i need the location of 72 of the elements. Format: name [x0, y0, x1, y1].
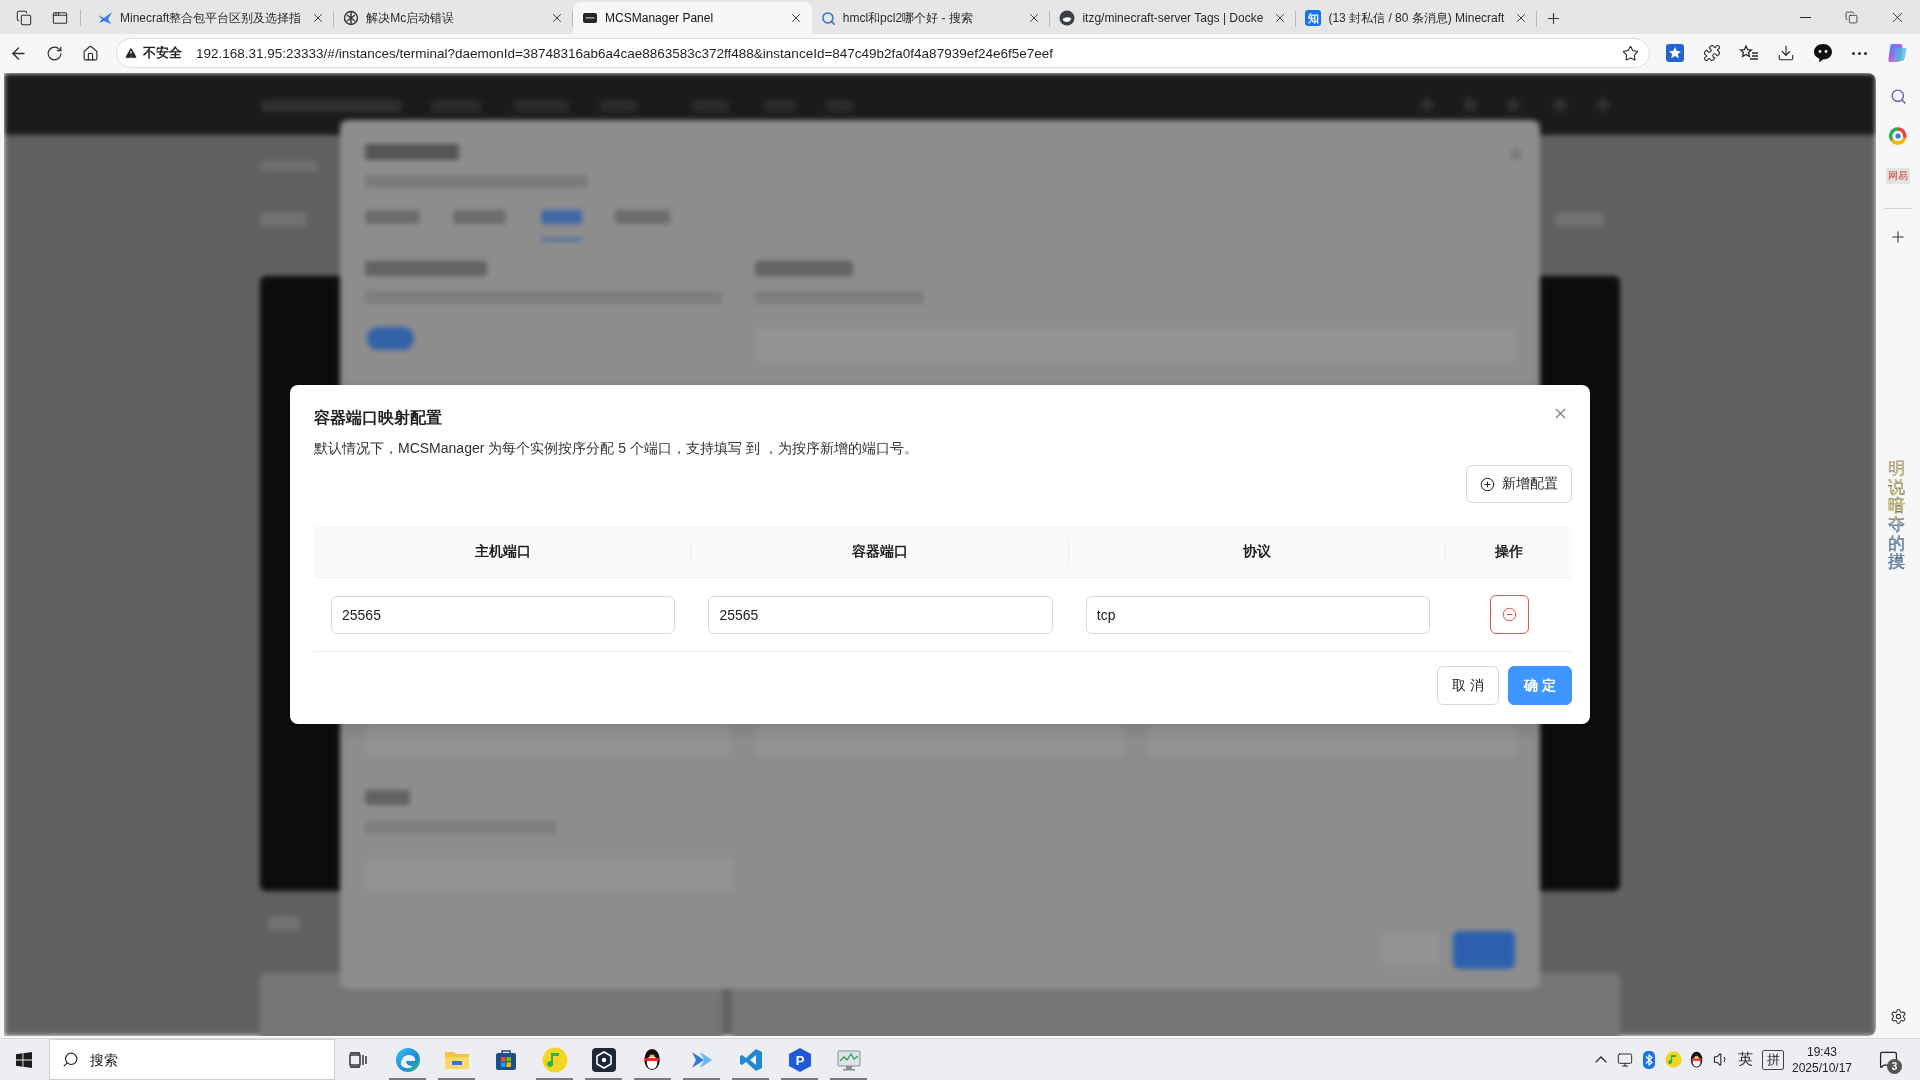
add-config-button[interactable]: 新增配置 — [1466, 465, 1572, 503]
warning-icon — [124, 46, 138, 60]
hexagon-logo-icon — [591, 1047, 616, 1072]
url-text: 192.168.31.95:23333/#/instances/terminal?daemonId=38748316ab6a4cae8863583c372ff488&instanceId=847c49b2fa0f4a87939ef24e6f5e7eef — [196, 45, 1054, 61]
column-header: 操作 — [1446, 526, 1572, 578]
taskbar-search-field[interactable]: 搜索 — [49, 1039, 335, 1080]
browser-tab[interactable]: MCSManager Panel — [573, 2, 812, 34]
dialog-title: 容器端口映射配置 — [314, 408, 442, 428]
more-icon — [1852, 51, 1867, 55]
refresh-icon — [45, 44, 63, 62]
protocol-input[interactable]: tcp — [1085, 595, 1431, 634]
browser-tab[interactable]: Minecraft整合包平台区别及选择指 — [88, 2, 335, 34]
overlapping-squares-icon — [16, 10, 32, 26]
security-label[interactable]: 不安全 — [143, 44, 182, 62]
shopping-bag-icon — [493, 1047, 518, 1072]
hexagon-letter-icon: P — [787, 1046, 812, 1073]
cancel-button[interactable]: 取 消 — [1437, 666, 1499, 705]
music-note-icon — [541, 1046, 568, 1073]
window-icon — [52, 10, 68, 26]
home-icon — [81, 44, 99, 62]
circle-logo-icon — [1059, 10, 1076, 26]
minimize-icon — [1799, 16, 1811, 18]
monitor-icon — [1617, 1051, 1633, 1068]
windows-logo-icon — [16, 1051, 32, 1068]
plus-circle-icon — [1480, 476, 1495, 492]
container-port-input[interactable]: 25565 — [708, 595, 1053, 634]
chevron-up-icon — [1595, 1056, 1607, 1063]
knot-logo-icon — [343, 10, 360, 26]
dialog-description: 默认情况下，MCSManager 为每个实例按序分配 5 个端口，支持填写 到 ，为按序新增的端口号。 — [314, 439, 918, 458]
bluetooth-icon — [1643, 1050, 1655, 1069]
chat-bubble-icon — [1812, 43, 1833, 63]
minus-circle-icon — [1502, 607, 1518, 622]
task-view-icon — [349, 1051, 369, 1068]
sidebar-app-button[interactable]: 网易 — [1886, 168, 1910, 184]
settings-icon — [1889, 1007, 1907, 1025]
notification-count: 3 — [1887, 1058, 1902, 1074]
download-icon — [1776, 44, 1795, 62]
search-icon — [62, 1051, 79, 1068]
star-list-icon — [1738, 44, 1759, 62]
taskbar-app-button[interactable]: P — [775, 1039, 824, 1080]
wave-logo-icon — [394, 1046, 421, 1073]
clock-button[interactable]: 19:43 2025/10/17 — [1788, 1038, 1856, 1080]
star-badge-icon — [1665, 44, 1684, 62]
colorful-logo-icon — [1885, 42, 1908, 64]
penguin-icon — [1689, 1050, 1705, 1069]
browser-tab[interactable]: hmcl和pcl2哪个好 - 搜索 — [811, 2, 1051, 34]
ring-logo-icon — [1889, 127, 1907, 145]
notifications-button[interactable]: 3 — [1868, 1038, 1908, 1080]
monitor-chart-icon — [835, 1047, 862, 1072]
input-language-button[interactable]: 英 — [1733, 1038, 1758, 1080]
host-port-input[interactable]: 25565 — [331, 595, 676, 634]
column-header: 容器端口 — [691, 526, 1069, 578]
penguin-icon — [642, 1047, 663, 1072]
browser-tab[interactable]: 知 (13 封私信 / 80 条消息) Minecraft — [1296, 2, 1538, 34]
star-icon[interactable] — [1622, 44, 1639, 62]
search-icon — [820, 10, 836, 26]
code-editor-icon — [738, 1047, 763, 1072]
puzzle-icon — [1702, 44, 1721, 62]
address-field[interactable]: 不安全 192.168.31.95:23333/#/instances/terminal?daemonId=38748316ab6a4cae8863583c372ff488&instanceId=847c49b2fa0f4a87939ef24e6f5e7eef — [116, 38, 1650, 68]
bird-logo-icon — [97, 10, 113, 26]
logo-badge: 知 — [1305, 10, 1322, 26]
input-mode-button[interactable]: 拼 — [1762, 1049, 1784, 1070]
column-header: 协议 — [1068, 526, 1447, 578]
search-icon — [1889, 87, 1907, 105]
dark-square-logo-icon — [582, 10, 599, 26]
restore-icon — [1844, 10, 1858, 24]
browser-tab[interactable]: itzg/minecraft-server Tags | Docke — [1050, 2, 1297, 34]
music-note-icon — [1664, 1051, 1682, 1068]
browser-tab[interactable]: 解决Mc启动错误 — [334, 2, 574, 34]
remove-row-button[interactable] — [1490, 595, 1530, 634]
column-header: 主机端口 — [314, 526, 692, 578]
plus-icon — [1889, 228, 1907, 246]
